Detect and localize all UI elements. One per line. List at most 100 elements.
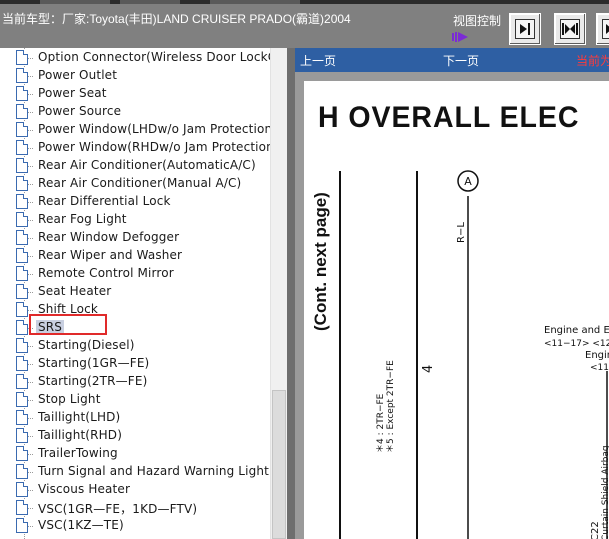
tree-item-label: Taillight(RHD) <box>38 428 123 442</box>
wiring-diagram-page: H OVERALL ELEC A (Cont. next page) R−L 4… <box>304 81 609 539</box>
tree-item[interactable]: Starting(2TR—FE) <box>0 373 270 391</box>
cont-next-page-text: (Cont. next page) <box>311 192 330 331</box>
expand-arrows-icon <box>562 23 578 35</box>
tree-item-label: Taillight(LHD) <box>38 410 121 424</box>
tree-item[interactable]: Starting(Diesel) <box>0 337 270 355</box>
document-page-icon <box>16 266 28 281</box>
document-page-icon <box>16 302 28 317</box>
tree-item-label: Power Seat <box>38 86 107 100</box>
wire-color-label: R−L <box>456 222 467 243</box>
top-tab-strip <box>0 0 609 4</box>
tree-item-label: Rear Air Conditioner(AutomaticA/C) <box>38 158 256 172</box>
tree-item[interactable]: Seat Heater <box>0 283 270 301</box>
note-text: ＊5 : Except 2TR−FE <box>386 360 396 453</box>
document-page-icon <box>16 500 28 515</box>
tree-item[interactable]: VSC(1KZ—TE) <box>0 517 270 535</box>
component-label: Engin <box>585 350 609 361</box>
tree-item-label: VSC(1GR—FE，1KD—FTV) <box>38 502 198 516</box>
tree-item[interactable]: Power Seat <box>0 85 270 103</box>
tree-item[interactable]: Power Source <box>0 103 270 121</box>
component-label: <11−17> <12− <box>544 339 609 349</box>
tree-item-label: Rear Fog Light <box>38 212 127 226</box>
next-page-link[interactable]: 下一页 <box>443 52 479 69</box>
component-label: Engine and EC <box>544 325 609 336</box>
view-fit-right-button[interactable] <box>509 13 541 45</box>
tree-item-label: Rear Wiper and Washer <box>38 248 183 262</box>
connector-code: C22 <box>590 521 601 539</box>
tree-item[interactable]: Starting(1GR—FE) <box>0 355 270 373</box>
tree-item[interactable]: Stop Light <box>0 391 270 409</box>
tree-item[interactable]: Rear Air Conditioner(Manual A/C) <box>0 175 270 193</box>
document-page-icon <box>16 86 28 101</box>
prev-page-link[interactable]: 上一页 <box>300 52 336 69</box>
document-page-icon <box>16 338 28 353</box>
tree-item[interactable]: Option Connector(Wireless Door LockCo <box>0 49 270 67</box>
document-page-icon <box>16 410 28 425</box>
tree-item[interactable]: Taillight(RHD) <box>0 427 270 445</box>
tree-item[interactable]: Turn Signal and Hazard Warning Light <box>0 463 270 481</box>
tree-item[interactable]: Rear Air Conditioner(AutomaticA/C) <box>0 157 270 175</box>
tree-item-label: Remote Control Mirror <box>38 266 174 280</box>
tree-item-label: Power Window(LHDw/o Jam Protection) <box>38 122 270 136</box>
component-label: <11− <box>590 363 609 373</box>
document-page-icon <box>16 122 28 137</box>
document-page-icon <box>16 158 28 173</box>
tree-item-label: Starting(Diesel) <box>38 338 135 352</box>
tree-item[interactable]: TrailerTowing <box>0 445 270 463</box>
tree-item[interactable]: Rear Differential Lock <box>0 193 270 211</box>
tree-item[interactable]: Taillight(LHD) <box>0 409 270 427</box>
current-page-indicator: 当前为 <box>576 54 609 68</box>
document-page-icon <box>16 230 28 245</box>
tree-item[interactable]: Rear Wiper and Washer <box>0 247 270 265</box>
tree-item-label: Rear Air Conditioner(Manual A/C) <box>38 176 242 190</box>
tree-item[interactable]: Power Window(LHDw/o Jam Protection) <box>0 121 270 139</box>
tree-item-label: Starting(1GR—FE) <box>38 356 150 370</box>
note-text: ＊4 : 2TR−FE <box>376 393 386 453</box>
document-page-icon <box>16 392 28 407</box>
document-page-icon <box>16 212 28 227</box>
tree-item[interactable]: Rear Window Defogger <box>0 229 270 247</box>
arrow-right-bar-icon <box>520 23 530 35</box>
document-page-icon <box>16 446 28 461</box>
document-page-icon <box>16 176 28 191</box>
document-page-icon <box>16 482 28 497</box>
document-page-icon <box>16 320 28 335</box>
tree-item-label: Turn Signal and Hazard Warning Light <box>38 464 270 478</box>
tree-item-label: Power Outlet <box>38 68 118 82</box>
panel-splitter[interactable] <box>287 48 295 539</box>
document-nav-bar: 上一页 下一页 当前为 <box>295 48 609 72</box>
wire-number-label: 4 <box>421 365 436 373</box>
document-viewer[interactable]: H OVERALL ELEC A (Cont. next page) R−L 4… <box>295 72 609 539</box>
tree-item[interactable]: Power Outlet <box>0 67 270 85</box>
tree-item-label: Stop Light <box>38 392 101 406</box>
document-page-icon <box>16 140 28 155</box>
document-page-icon <box>16 428 28 443</box>
tree-item[interactable]: Rear Fog Light <box>0 211 270 229</box>
header-bar: 当前车型：厂家:Toyota(丰田)LAND CRUISER PRADO(霸道)… <box>0 0 609 48</box>
view-expand-button[interactable] <box>554 13 586 45</box>
view-control-label: 视图控制 <box>453 14 502 28</box>
document-page-icon <box>16 374 28 389</box>
dock-toggle-icon[interactable] <box>452 31 472 43</box>
tree-item-label: Option Connector(Wireless Door LockCo <box>38 50 270 64</box>
connector-label: A <box>464 175 472 188</box>
tree-item-label: TrailerTowing <box>38 446 118 460</box>
tree-item-label: Rear Differential Lock <box>38 194 171 208</box>
tree-item-label: Seat Heater <box>38 284 112 298</box>
tree-item[interactable]: Viscous Heater <box>0 481 270 499</box>
component-name: Curtain Shield Airbag <box>601 445 609 539</box>
next-page-icon <box>606 24 609 34</box>
document-page-icon <box>16 464 28 479</box>
document-page-icon <box>16 284 28 299</box>
tree-item[interactable]: Remote Control Mirror <box>0 265 270 283</box>
tree-item-label: VSC(1KZ—TE) <box>38 518 124 532</box>
vehicle-title: 当前车型：厂家:Toyota(丰田)LAND CRUISER PRADO(霸道)… <box>2 12 351 26</box>
tree-item[interactable]: Power Window(RHDw/o Jam Protection) <box>0 139 270 157</box>
selection-highlight-box <box>29 314 107 335</box>
tree-scrollbar-thumb[interactable] <box>272 390 286 539</box>
document-page-icon <box>16 50 28 65</box>
view-next-button[interactable] <box>596 13 609 45</box>
document-page-icon <box>16 104 28 119</box>
tree-scrollbar[interactable] <box>270 48 287 539</box>
tree-item[interactable]: VSC(1GR—FE，1KD—FTV) <box>0 499 270 517</box>
